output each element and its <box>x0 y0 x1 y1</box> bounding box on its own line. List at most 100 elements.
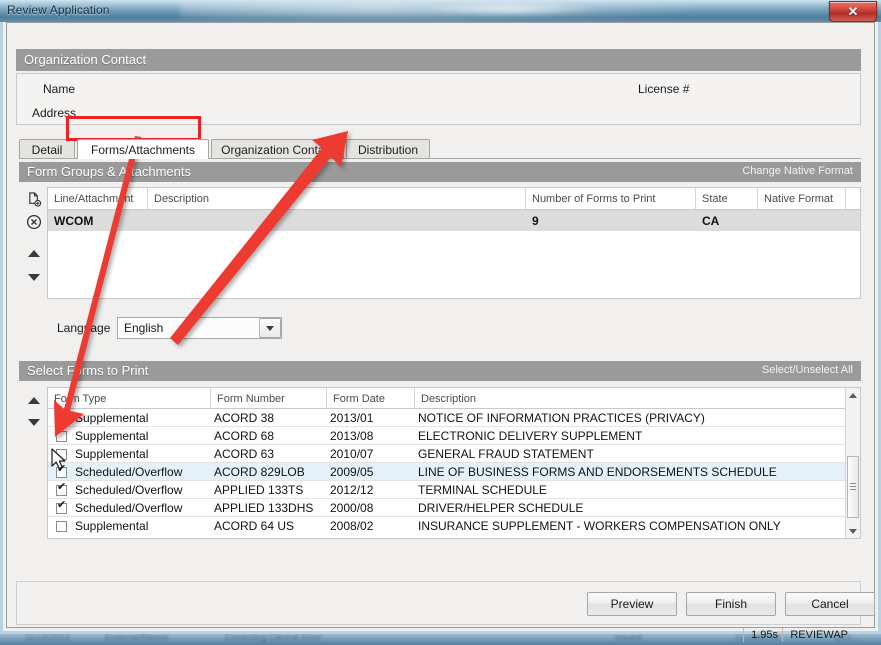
select-forms-grid-header: Form Type Form Number Form Date Descript… <box>48 388 860 409</box>
cell-form-number: ACORD 68 <box>214 427 327 445</box>
col-form-date[interactable]: Form Date <box>327 388 415 409</box>
select-forms-grid: Form Type Form Number Form Date Descript… <box>47 387 861 539</box>
row-checkbox[interactable] <box>56 499 67 517</box>
move-up-icon[interactable] <box>25 244 43 262</box>
list-item[interactable]: Scheduled/Overflow ACORD 829LOB 2009/05 … <box>48 463 860 481</box>
cell-form-date: 2008/02 <box>330 517 415 535</box>
chevron-down-icon[interactable] <box>259 318 281 338</box>
checkbox-glyph <box>56 449 67 460</box>
status-screen-id: REVIEWAP <box>782 628 855 642</box>
triangle-up-glyph-2 <box>28 397 40 404</box>
select-forms-header-label: Select Forms to Print <box>27 363 148 378</box>
scrollbar-up-button[interactable] <box>846 388 860 402</box>
cell-form-number: APPLIED 133DHS <box>214 499 327 517</box>
field-label-address: Address <box>32 106 76 120</box>
list-item[interactable]: Supplemental ACORD 68 2013/08 ELECTRONIC… <box>48 427 860 445</box>
title-bar[interactable]: Review Application ✕ <box>0 0 881 22</box>
cell-line-attachment: WCOM <box>48 210 148 231</box>
field-label-license: License # <box>638 82 689 96</box>
tab-forms-attachments[interactable]: Forms/Attachments <box>77 139 209 159</box>
select-unselect-all-link[interactable]: Select/Unselect All <box>762 364 853 376</box>
scrollbar-thumb[interactable] <box>847 456 859 518</box>
cell-form-number: ACORD 829LOB <box>214 463 327 481</box>
col-spacer <box>846 188 860 209</box>
caret-glyph <box>266 326 274 331</box>
window-body: Organization Contact Name License # Addr… <box>0 22 881 634</box>
cell-form-date: 2000/08 <box>330 499 415 517</box>
cell-form-desc: NOTICE OF INFORMATION PRACTICES (PRIVACY… <box>418 409 838 427</box>
form-groups-header: Form Groups & Attachments Change Native … <box>19 162 861 182</box>
row-checkbox[interactable] <box>56 517 67 535</box>
cell-native-format <box>758 210 846 231</box>
cell-form-type: Supplemental <box>75 445 211 463</box>
language-bar: Language English <box>29 311 849 347</box>
scroll-up-icon[interactable] <box>25 391 43 409</box>
tab-distribution[interactable]: Distribution <box>346 139 430 159</box>
cell-form-type: Scheduled/Overflow <box>75 463 211 481</box>
table-row[interactable]: WCOM 9 CA <box>48 210 860 231</box>
col-form-type[interactable]: Form Type <box>48 388 211 409</box>
titlebar-glow-highlight <box>420 2 600 16</box>
checkbox-glyph <box>56 503 67 514</box>
list-item[interactable]: Supplemental ACORD 63 2010/07 GENERAL FR… <box>48 445 860 463</box>
delete-circle-glyph <box>26 214 42 230</box>
cancel-button[interactable]: Cancel <box>785 592 875 616</box>
move-down-icon[interactable] <box>25 268 43 286</box>
tab-detail[interactable]: Detail <box>19 139 75 159</box>
cell-form-number: APPLIED 133TS <box>214 481 327 499</box>
review-application-window: Review Application ✕ Organization Contac… <box>0 0 881 634</box>
cell-form-date: 2012/12 <box>330 481 415 499</box>
triangle-up-glyph <box>28 250 40 257</box>
col-number-of-forms[interactable]: Number of Forms to Print <box>526 188 696 209</box>
col-state[interactable]: State <box>696 188 758 209</box>
cell-form-number: ACORD 38 <box>214 409 327 427</box>
tab-organization-contact[interactable]: Organization Contact <box>211 139 344 159</box>
delete-circle-icon[interactable] <box>25 213 43 231</box>
list-item[interactable]: Supplemental ACORD 38 2013/01 NOTICE OF … <box>48 409 860 427</box>
scroll-up-arrow-icon <box>849 393 857 398</box>
cell-description <box>148 210 526 231</box>
checkbox-glyph <box>56 521 67 532</box>
col-description[interactable]: Description <box>148 188 526 209</box>
cell-form-type: Scheduled/Overflow <box>75 499 211 517</box>
cell-form-date: 2013/01 <box>330 409 415 427</box>
scrollbar-down-button[interactable] <box>846 524 860 538</box>
preview-button[interactable]: Preview <box>587 592 677 616</box>
col-form-number[interactable]: Form Number <box>211 388 327 409</box>
add-document-icon[interactable] <box>25 190 43 208</box>
window-inner-frame: Organization Contact Name License # Addr… <box>6 22 875 628</box>
select-forms-header: Select Forms to Print Select/Unselect Al… <box>19 361 861 381</box>
window-title: Review Application <box>7 3 110 17</box>
list-item[interactable]: Scheduled/Overflow APPLIED 133TS 2012/12… <box>48 481 860 499</box>
col-line-attachment[interactable]: Line/Attachment <box>48 188 148 209</box>
screenshot-root: 11/19/2013 Endorse/Revise Correcting Cle… <box>0 0 881 645</box>
checkbox-glyph <box>56 431 67 442</box>
cell-form-date: 2013/08 <box>330 427 415 445</box>
cell-form-type: Supplemental <box>75 409 211 427</box>
col-form-description[interactable]: Description <box>415 388 846 409</box>
list-item[interactable]: Supplemental ACORD 64 US 2008/02 INSURAN… <box>48 517 860 535</box>
cell-form-desc: INSURANCE SUPPLEMENT - WORKERS COMPENSAT… <box>418 517 838 535</box>
row-checkbox[interactable] <box>56 427 67 445</box>
close-button[interactable]: ✕ <box>829 1 877 22</box>
scroll-down-icon[interactable] <box>25 413 43 431</box>
language-select[interactable]: English <box>117 317 282 339</box>
row-checkbox[interactable] <box>56 445 67 463</box>
cell-number-of-forms: 9 <box>526 210 696 231</box>
row-checkbox[interactable] <box>56 481 67 499</box>
close-icon: ✕ <box>830 2 876 21</box>
cell-state: CA <box>696 210 758 231</box>
language-label: Language <box>57 321 110 335</box>
triangle-down-glyph-2 <box>28 419 40 426</box>
finish-button[interactable]: Finish <box>686 592 776 616</box>
change-native-format-link[interactable]: Change Native Format <box>742 165 853 177</box>
row-checkbox[interactable] <box>56 409 67 427</box>
form-groups-grid-header: Line/Attachment Description Number of Fo… <box>48 188 860 210</box>
list-item[interactable]: Scheduled/Overflow APPLIED 133DHS 2000/0… <box>48 499 860 517</box>
col-native-format[interactable]: Native Format <box>758 188 846 209</box>
status-elapsed-time: 1.95s <box>743 628 785 642</box>
organization-contact-panel: Name License # Address <box>16 73 861 125</box>
row-checkbox[interactable] <box>56 463 67 481</box>
forms-list-scrollbar[interactable] <box>845 388 860 538</box>
cell-form-desc: GENERAL FRAUD STATEMENT <box>418 445 838 463</box>
